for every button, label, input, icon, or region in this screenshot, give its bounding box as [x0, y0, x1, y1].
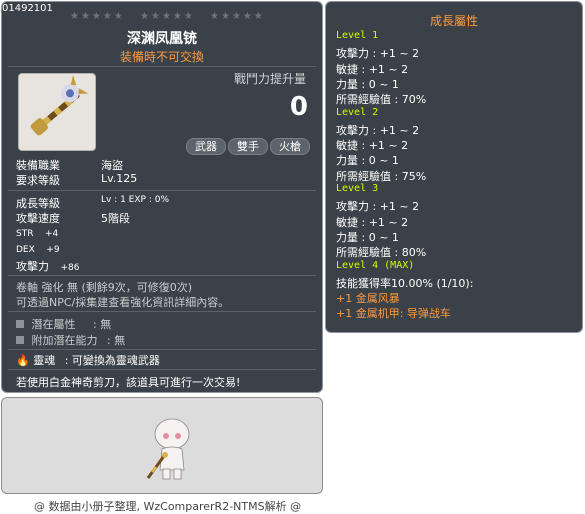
- speed-value: 5階段: [101, 212, 130, 225]
- growth-title: 成長屬性: [429, 14, 478, 28]
- growth-stat-line: +1 金属风暴: [336, 292, 400, 306]
- growth-stat-line: 力量 : 0 ~ 1: [336, 230, 399, 244]
- job-value: 海盜: [101, 159, 123, 172]
- additional-potential-value: : 無: [107, 334, 126, 347]
- growth-stat-line: 敏捷 : +1 ~ 2: [336, 139, 409, 153]
- combat-power-value: 0: [289, 92, 308, 122]
- soul-label: 靈魂: [33, 354, 56, 367]
- character-avatar: [146, 418, 190, 480]
- phoenix-gun-icon: [30, 75, 89, 136]
- dex-row: DEX +9: [16, 242, 60, 255]
- star-icon-group: ★★★★★: [140, 11, 195, 22]
- star-icon-group: ★★★★★: [70, 11, 125, 22]
- potential-label: 潛在屬性: [31, 318, 76, 331]
- str-row: STR +4: [16, 226, 58, 239]
- tag-weapon: 武器: [186, 138, 226, 155]
- growth-level-heading: Level 4 (MAX): [336, 259, 415, 271]
- growth-label: 成長等級: [16, 197, 60, 210]
- growth-level-heading: Level 2: [336, 106, 379, 118]
- divider: [8, 369, 316, 370]
- star-icon-group: ★★★★★: [210, 11, 265, 22]
- item-icon-frame: [18, 73, 96, 151]
- soul-row: 🔥 靈魂 : 可變換為靈魂武器: [16, 352, 160, 368]
- potential-row: 潛在屬性 : 無: [16, 316, 111, 332]
- divider: [8, 66, 316, 67]
- level-value: Lv.125: [101, 172, 138, 185]
- growth-stat-line: 所需經驗值 : 75%: [336, 169, 427, 183]
- growth-stat-line: +1 金属机甲: 导弹战车: [336, 307, 451, 321]
- str-label: STR: [16, 229, 34, 239]
- growth-stat-line: 所需經驗值 : 80%: [336, 246, 427, 260]
- growth-stat-line: 力量 : 0 ~ 1: [336, 154, 399, 168]
- attack-value: +86: [60, 263, 80, 273]
- growth-stat-line: 攻擊力 : +1 ~ 2: [336, 47, 420, 61]
- scroll-info: 卷軸 強化 無 (剩餘9次，可修復0次): [16, 281, 193, 294]
- speed-row: 攻擊速度 5階段: [16, 210, 130, 226]
- divider: [8, 311, 316, 312]
- growth-value: Lv : 1 EXP : 0%: [101, 195, 169, 205]
- growth-level-heading: Level 3: [336, 183, 379, 194]
- soul-value: : 可變換為靈魂武器: [64, 354, 160, 367]
- growth-stat-line: 攻擊力 : +1 ~ 2: [336, 123, 420, 137]
- growth-stat-line: 力量 : 0 ~ 1: [336, 77, 399, 91]
- dex-value: +9: [46, 245, 60, 255]
- item-id: 01492101: [2, 3, 53, 14]
- divider: [8, 275, 316, 276]
- character-preview-panel: [1, 397, 323, 494]
- growth-stat-line: 敏捷 : +1 ~ 2: [336, 62, 409, 76]
- divider: [8, 190, 316, 191]
- level-row: 要求等級 Lv.125: [16, 172, 137, 188]
- growth-stat-line: 敏捷 : +1 ~ 2: [336, 215, 409, 229]
- growth-stat-line: 所需經驗值 : 70%: [336, 93, 427, 107]
- additional-potential-row: 附加潛在能力 : 無: [16, 332, 125, 348]
- attack-label: 攻擊力: [16, 260, 49, 273]
- additional-potential-icon: [16, 336, 24, 344]
- growth-stat-line: 攻擊力 : +1 ~ 2: [336, 200, 420, 214]
- job-label: 裝備職業: [16, 159, 60, 172]
- npc-info: 可透過NPC/採集建查看強化資訊詳細內容。: [16, 296, 230, 309]
- attack-row: 攻擊力 +86: [16, 258, 80, 274]
- job-row: 裝備職業 海盜: [16, 157, 123, 173]
- growth-stat-line: 技能獲得率10.00% (1/10):: [336, 276, 474, 290]
- speed-label: 攻擊速度: [16, 212, 60, 225]
- dex-label: DEX: [16, 245, 35, 255]
- tag-gun: 火槍: [270, 138, 310, 155]
- star-force-row: ★★★★★ ★★★★★ ★★★★★: [70, 11, 275, 22]
- growth-row: 成長等級 Lv : 1 EXP : 0%: [16, 195, 169, 211]
- growth-level-heading: Level 1: [336, 30, 379, 41]
- combat-power-label: 戰鬥力提升量: [234, 72, 307, 86]
- item-name: 深渊凤凰铳: [127, 31, 197, 47]
- divider: [8, 349, 316, 350]
- level-label: 要求等級: [16, 174, 60, 187]
- potential-value: : 無: [93, 318, 112, 331]
- str-value: +4: [44, 229, 59, 239]
- growth-attributes-panel: 成長屬性 Level 1 攻擊力 : +1 ~ 2 敏捷 : +1 ~ 2 力量 : …: [325, 1, 583, 333]
- additional-potential-label: 附加潛在能力: [31, 334, 98, 347]
- potential-icon: [16, 320, 24, 328]
- item-tooltip-panel: 01492101 ★★★★★ ★★★★★ ★★★★★ 深渊凤凰铳 装備時不可交換…: [1, 1, 323, 393]
- tag-two-handed: 雙手: [228, 138, 268, 155]
- flame-icon: 🔥: [16, 354, 30, 367]
- trade-restriction: 装備時不可交換: [119, 50, 204, 64]
- karma-scissors-note: 若使用白金神奇剪刀，該道具可進行一次交易!: [16, 376, 241, 389]
